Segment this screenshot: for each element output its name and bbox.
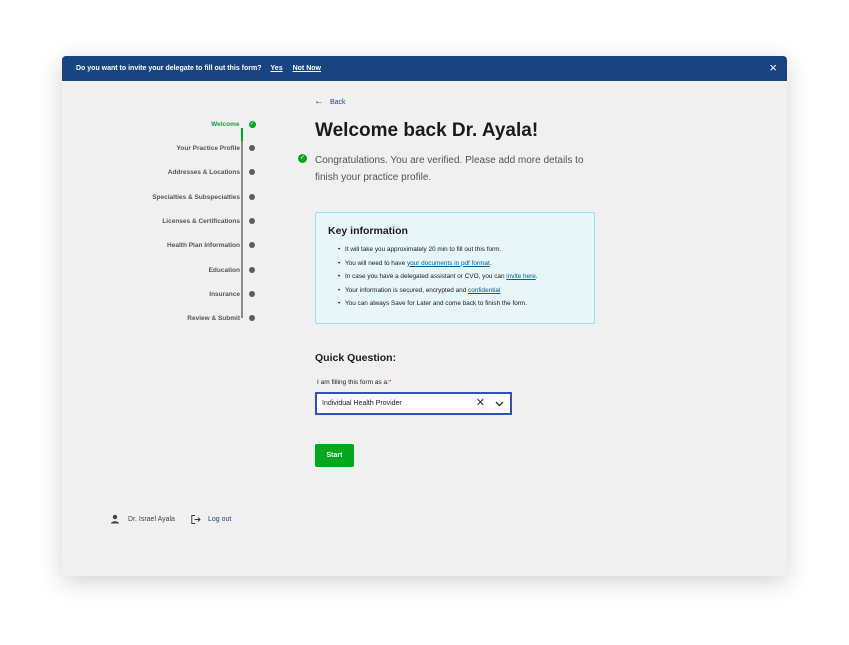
step-dot-icon: [249, 315, 255, 321]
role-field-label-text: I am filling this form as a:: [317, 379, 389, 386]
list-item: Your information is secured, encrypted a…: [328, 284, 582, 298]
list-item: In case you have a delegated assistant o…: [328, 270, 582, 284]
step-label: Review & Submit: [187, 314, 240, 322]
step-label: Health Plan Information: [167, 241, 240, 249]
list-item-text: In case you have a delegated assistant o…: [345, 273, 507, 280]
step-label: Licenses & Certifications: [162, 217, 240, 225]
step-dot-icon: [249, 194, 255, 200]
step-insurance[interactable]: Insurance: [68, 287, 255, 301]
step-dot-icon: [249, 267, 255, 273]
step-addresses-locations[interactable]: Addresses & Locations: [68, 165, 255, 179]
step-health-plan[interactable]: Health Plan Information: [68, 238, 255, 252]
banner-question: Do you want to invite your delegate to f…: [76, 65, 262, 72]
chevron-down-icon[interactable]: [495, 401, 504, 407]
app-window: Do you want to invite your delegate to f…: [62, 56, 787, 576]
step-review-submit[interactable]: Review & Submit: [68, 311, 255, 325]
back-label: Back: [330, 98, 346, 106]
role-field-label: I am filling this form as a:*: [317, 379, 391, 386]
step-dot-icon: [249, 169, 255, 175]
check-icon: ✓: [248, 120, 256, 128]
list-item-text: It will take you approximately 20 min to…: [345, 246, 502, 253]
role-select-value: Individual Health Provider: [322, 400, 402, 407]
list-item: You will need to have your documents in …: [328, 257, 582, 271]
logout-icon: [191, 514, 201, 524]
step-welcome[interactable]: Welcome ✓: [68, 117, 256, 131]
list-item-text: .: [489, 259, 492, 267]
check-circle-icon: ✓: [298, 154, 307, 163]
step-practice-profile[interactable]: Your Practice Profile: [68, 141, 255, 155]
verified-text: Congratulations. You are verified. Pleas…: [315, 155, 584, 183]
close-icon[interactable]: ×: [769, 60, 777, 76]
pdf-format-link[interactable]: your documents in pdf format: [407, 260, 490, 267]
step-label: Addresses & Locations: [167, 168, 240, 176]
quick-question-heading: Quick Question:: [315, 352, 397, 364]
step-licenses[interactable]: Licenses & Certifications: [68, 214, 255, 228]
required-mark: *: [388, 379, 392, 386]
logout-button[interactable]: Log out: [191, 514, 232, 524]
verified-message: ✓ Congratulations. You are verified. Ple…: [298, 152, 598, 186]
start-button[interactable]: Start: [315, 444, 354, 467]
step-dot-icon: [249, 291, 255, 297]
step-label: Welcome: [211, 120, 240, 128]
step-education[interactable]: Education: [68, 263, 255, 277]
banner-not-now-link[interactable]: Not Now: [293, 65, 321, 72]
list-item-text: Your information is secured, encrypted a…: [345, 286, 469, 294]
step-dot-icon: [249, 145, 255, 151]
key-information-list: It will take you approximately 20 min to…: [328, 243, 582, 311]
list-item: It will take you approximately 20 min to…: [328, 243, 582, 257]
back-link[interactable]: ← Back: [314, 97, 346, 107]
list-item-text: .: [535, 273, 538, 280]
step-specialties[interactable]: Specialties & Subspecialties: [68, 190, 255, 204]
person-icon: [111, 514, 119, 524]
key-information-box: Key information It will take you approxi…: [315, 212, 595, 324]
list-item-text: You can always Save for Later and come b…: [345, 300, 527, 307]
arrow-left-icon: ←: [314, 96, 324, 107]
user-footer: Dr. Israel Ayala Log out: [110, 514, 231, 524]
step-label: Insurance: [209, 290, 240, 298]
user-name: Dr. Israel Ayala: [128, 515, 175, 523]
step-label: Specialties & Subspecialties: [152, 193, 240, 201]
confidential-link[interactable]: confidential: [468, 287, 500, 294]
list-item-text: You will need to have: [345, 259, 407, 267]
page-title: Welcome back Dr. Ayala!: [315, 120, 539, 141]
logout-label: Log out: [207, 515, 232, 523]
step-label: Your Practice Profile: [176, 144, 240, 152]
clear-icon[interactable]: ✕: [476, 398, 485, 409]
banner-yes-link[interactable]: Yes: [271, 65, 283, 72]
role-select[interactable]: Individual Health Provider ✕: [315, 392, 512, 415]
step-label: Education: [208, 266, 240, 274]
invite-here-link[interactable]: invite here: [506, 273, 536, 280]
step-dot-icon: [249, 242, 255, 248]
key-information-heading: Key information: [328, 225, 408, 237]
step-dot-icon: [249, 218, 255, 224]
list-item: You can always Save for Later and come b…: [328, 297, 582, 311]
delegate-banner: Do you want to invite your delegate to f…: [62, 56, 787, 81]
